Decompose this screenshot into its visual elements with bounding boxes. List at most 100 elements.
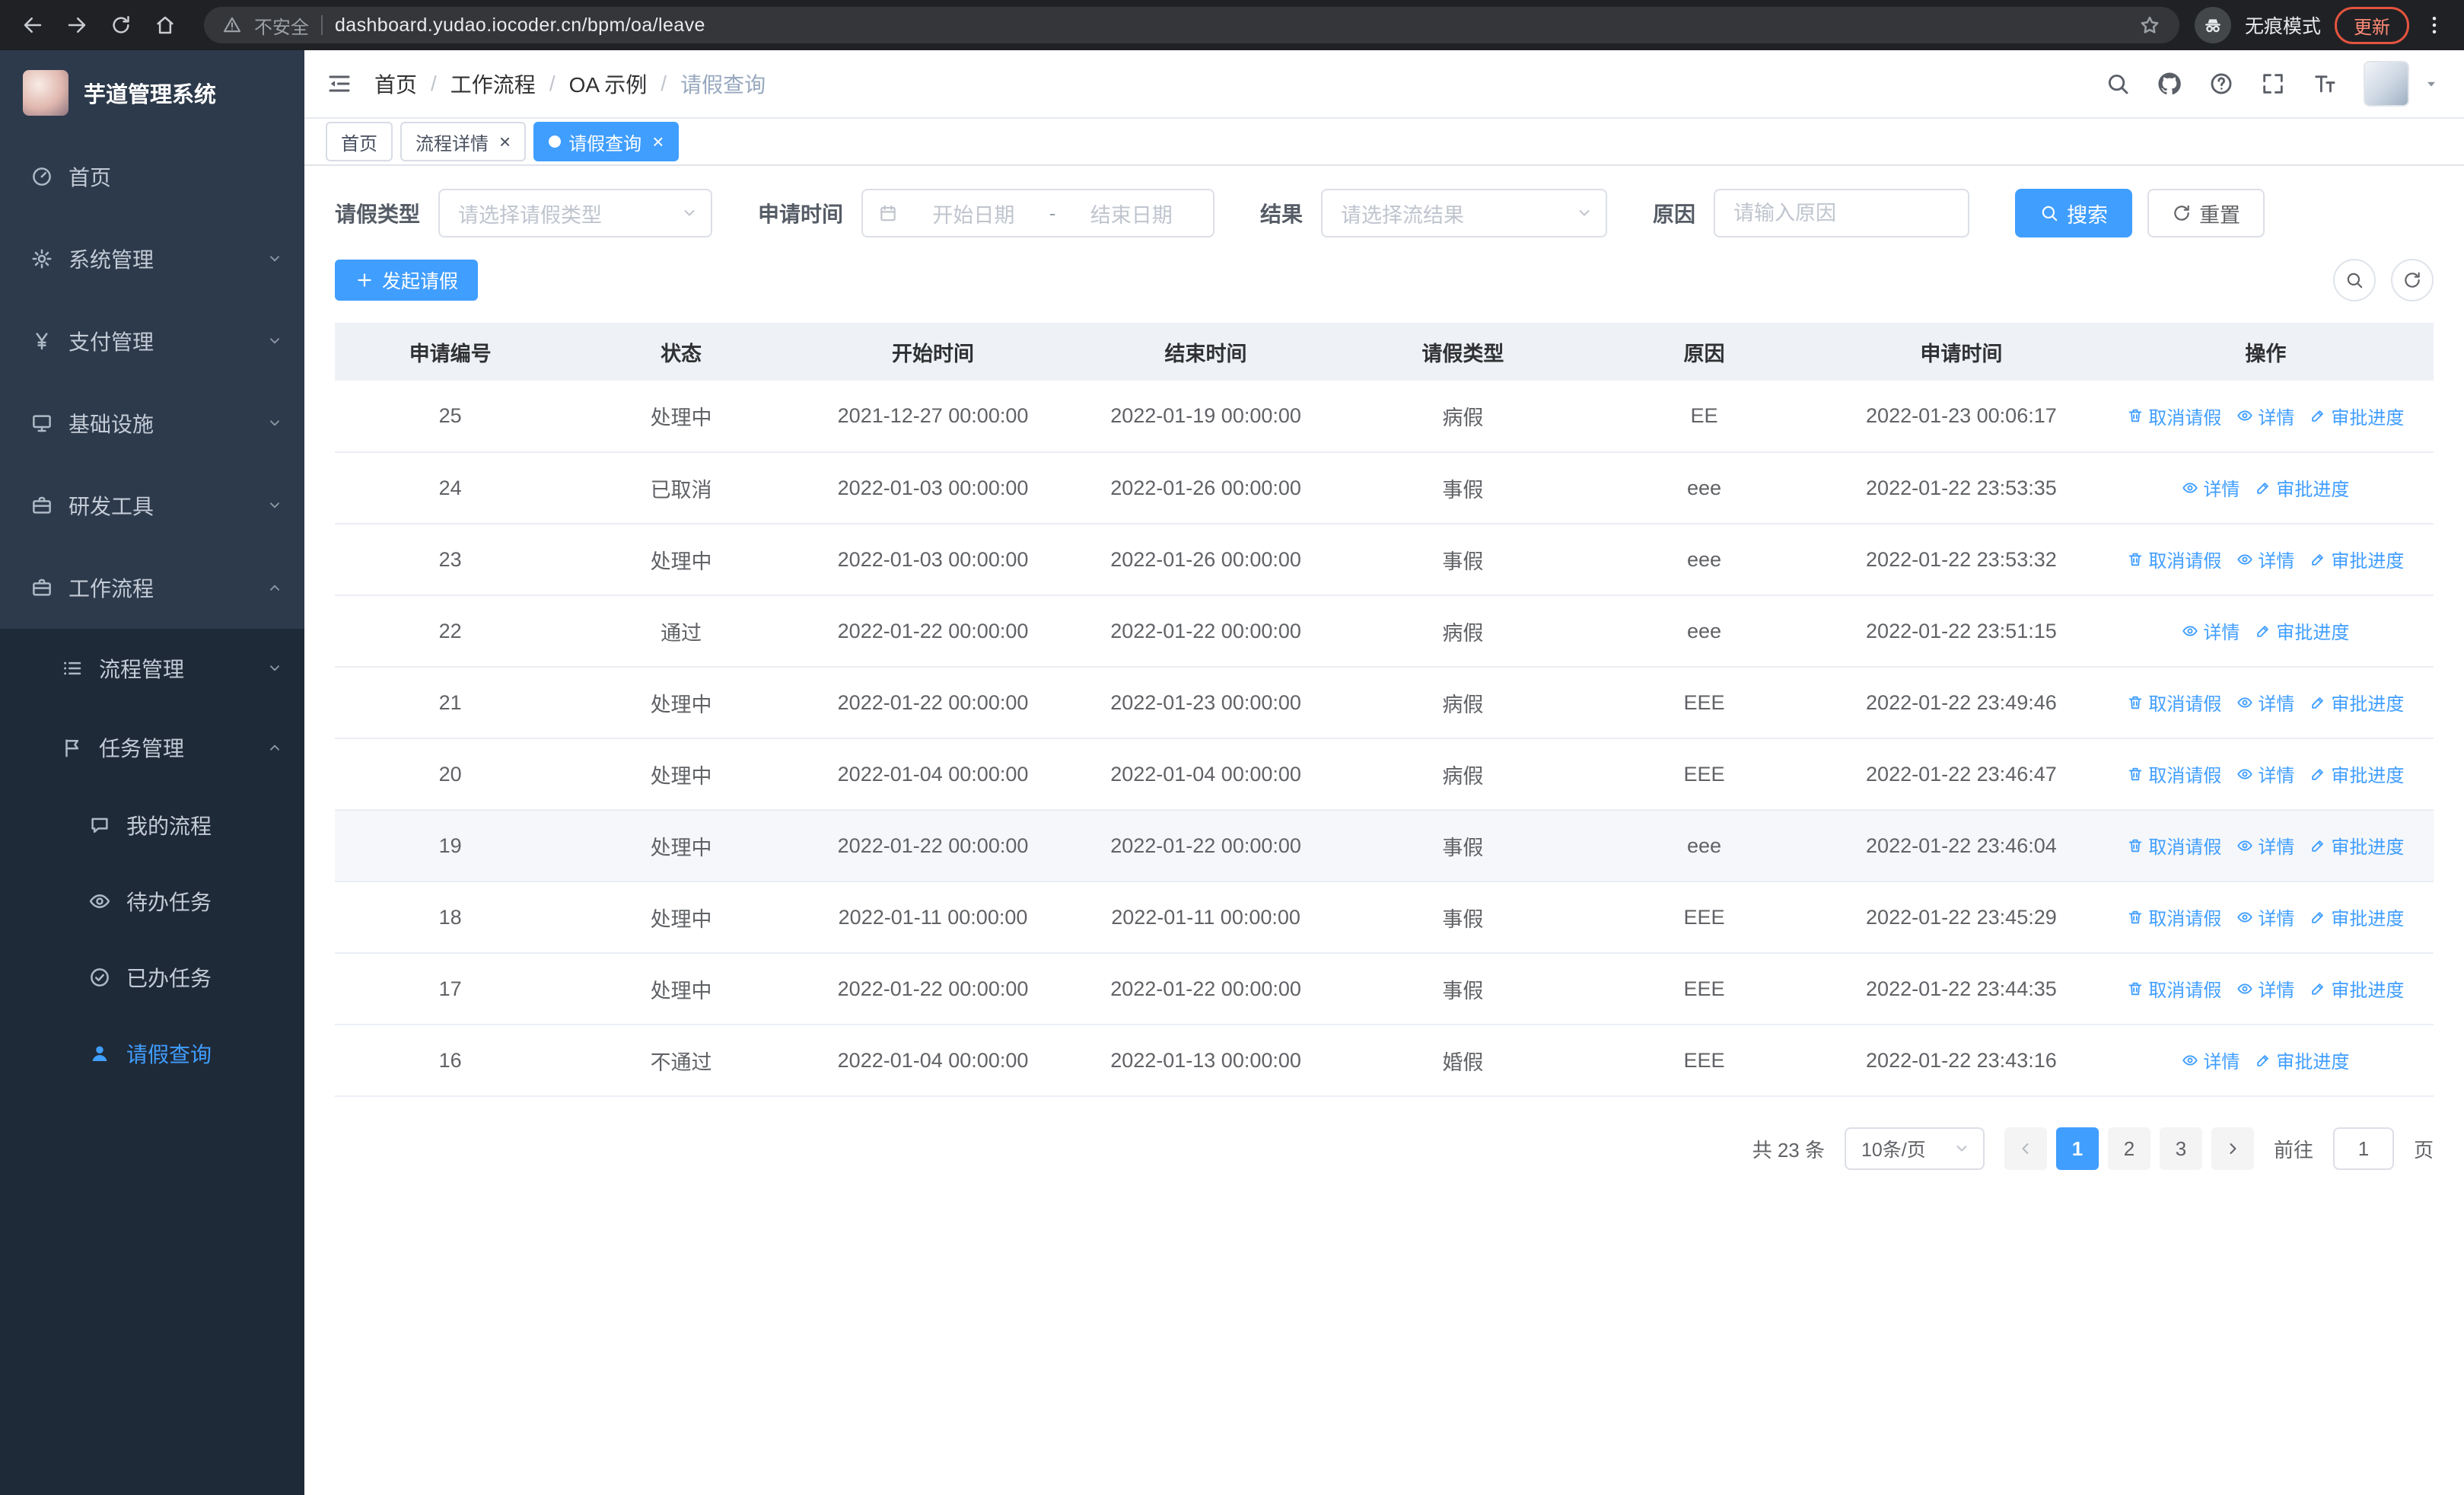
breadcrumb-workflow[interactable]: 工作流程 — [450, 69, 536, 99]
search-button[interactable]: 搜索 — [2015, 189, 2133, 237]
progress-link[interactable]: 审批进度 — [2255, 474, 2349, 501]
detail-link[interactable]: 详情 — [2182, 1047, 2240, 1073]
goto-page-input[interactable] — [2332, 1127, 2394, 1170]
progress-link[interactable]: 审批进度 — [2310, 403, 2404, 429]
next-page-button[interactable] — [2211, 1127, 2254, 1170]
fullscreen-icon[interactable] — [2260, 71, 2286, 97]
logo[interactable]: 芋道管理系统 — [0, 50, 304, 135]
eye-icon — [88, 890, 111, 913]
tab-leave-query[interactable]: 请假查询 × — [533, 122, 680, 161]
breadcrumb-home[interactable]: 首页 — [374, 69, 417, 99]
sidebar-item-system-mgmt[interactable]: 系统管理 — [0, 218, 304, 300]
detail-link[interactable]: 详情 — [2182, 617, 2240, 644]
progress-link[interactable]: 审批进度 — [2310, 760, 2404, 787]
trash-icon — [2127, 551, 2144, 568]
table-row: 25 处理中 2021-12-27 00:00:00 2022-01-19 00:00… — [335, 381, 2434, 453]
breadcrumb-oa-example[interactable]: OA 示例 — [569, 69, 648, 99]
detail-link[interactable]: 详情 — [2236, 403, 2294, 429]
caret-down-icon[interactable] — [2423, 75, 2440, 92]
result-select[interactable]: 请选择流结果 — [1321, 189, 1608, 237]
cancel-leave-link[interactable]: 取消请假 — [2127, 832, 2221, 859]
bookmark-star-icon[interactable] — [2138, 14, 2161, 37]
progress-link[interactable]: 审批进度 — [2310, 904, 2404, 930]
gear-icon — [30, 247, 53, 270]
close-tab-icon[interactable]: × — [652, 132, 664, 151]
sidebar-item-label: 已办任务 — [126, 967, 212, 990]
reset-button[interactable]: 重置 — [2147, 189, 2265, 237]
sidebar-item-todo-tasks[interactable]: 待办任务 — [0, 863, 304, 939]
reload-icon[interactable] — [110, 14, 132, 37]
refresh-table-button[interactable] — [2391, 259, 2434, 301]
sidebar-item-done-tasks[interactable]: 已办任务 — [0, 939, 304, 1015]
cell-id: 18 — [335, 881, 566, 954]
progress-link[interactable]: 审批进度 — [2310, 975, 2404, 1002]
search-icon[interactable] — [2105, 71, 2131, 97]
cancel-leave-link[interactable]: 取消请假 — [2127, 689, 2221, 716]
sidebar-item-task-mgmt[interactable]: 任务管理 — [0, 708, 304, 787]
back-icon[interactable] — [21, 14, 44, 37]
collapse-sidebar-icon[interactable] — [304, 70, 374, 97]
sidebar-item-label: 首页 — [68, 166, 112, 190]
cancel-leave-link[interactable]: 取消请假 — [2127, 403, 2221, 429]
cancel-leave-link[interactable]: 取消请假 — [2127, 546, 2221, 572]
font-size-icon[interactable] — [2312, 71, 2338, 97]
progress-link[interactable]: 审批进度 — [2255, 1047, 2349, 1073]
menu-dots-icon[interactable] — [2423, 14, 2446, 37]
prev-page-button[interactable] — [2004, 1127, 2047, 1170]
detail-link[interactable]: 详情 — [2236, 975, 2294, 1002]
create-leave-button[interactable]: 发起请假 — [335, 260, 479, 301]
detail-link[interactable]: 详情 — [2236, 832, 2294, 859]
magnifier-icon — [2039, 203, 2059, 223]
tab-home[interactable]: 首页 — [326, 122, 393, 161]
address-bar[interactable]: 不安全 dashboard.yudao.iocoder.cn/bpm/oa/le… — [204, 7, 2179, 43]
sidebar-item-dev-tools[interactable]: 研发工具 — [0, 464, 304, 547]
leave-type-select[interactable]: 请选择请假类型 — [438, 189, 713, 237]
github-icon[interactable] — [2157, 71, 2182, 97]
cell-ops: 取消请假 详情 审批进度 — [2097, 953, 2434, 1025]
apply-time-range-picker[interactable]: 开始日期 - 结束日期 — [861, 189, 1215, 237]
reason-input[interactable] — [1714, 189, 1970, 237]
sidebar-item-infrastructure[interactable]: 基础设施 — [0, 382, 304, 464]
help-icon[interactable] — [2208, 71, 2234, 97]
page-button-2[interactable]: 2 — [2107, 1127, 2150, 1170]
tab-process-detail[interactable]: 流程详情 × — [400, 122, 527, 161]
page-size-select[interactable]: 10条/页 — [1844, 1127, 1985, 1170]
home-icon[interactable] — [154, 14, 177, 37]
progress-link[interactable]: 审批进度 — [2310, 832, 2404, 859]
plus-icon — [355, 270, 374, 290]
user-avatar[interactable] — [2364, 61, 2409, 107]
detail-link[interactable]: 详情 — [2182, 474, 2240, 501]
cell-type: 病假 — [1342, 595, 1584, 668]
detail-link[interactable]: 详情 — [2236, 546, 2294, 572]
sidebar-item-my-process[interactable]: 我的流程 — [0, 787, 304, 863]
forward-icon[interactable] — [65, 14, 88, 37]
close-tab-icon[interactable]: × — [499, 132, 511, 151]
cell-end: 2022-01-26 00:00:00 — [1069, 452, 1342, 524]
toggle-search-button[interactable] — [2333, 259, 2376, 301]
sidebar-item-payment-mgmt[interactable]: 支付管理 — [0, 300, 304, 382]
url-text[interactable]: dashboard.yudao.iocoder.cn/bpm/oa/leave — [335, 14, 2126, 37]
sidebar-item-home[interactable]: 首页 — [0, 135, 304, 218]
cancel-leave-link[interactable]: 取消请假 — [2127, 904, 2221, 930]
detail-link[interactable]: 详情 — [2236, 689, 2294, 716]
task-icon — [61, 736, 84, 759]
table-row: 18 处理中 2022-01-11 00:00:00 2022-01-11 00:00… — [335, 881, 2434, 954]
cancel-leave-link[interactable]: 取消请假 — [2127, 760, 2221, 787]
incognito-label: 无痕模式 — [2244, 16, 2321, 37]
sidebar-item-leave-query[interactable]: 请假查询 — [0, 1015, 304, 1092]
sidebar-item-workflow[interactable]: 工作流程 — [0, 547, 304, 629]
cell-end: 2022-01-04 00:00:00 — [1069, 738, 1342, 811]
page-button-3[interactable]: 3 — [2159, 1127, 2202, 1170]
cancel-leave-link[interactable]: 取消请假 — [2127, 975, 2221, 1002]
page-unit-label: 页 — [2413, 1138, 2434, 1162]
table-row: 16 不通过 2022-01-04 00:00:00 2022-01-13 00:00… — [335, 1025, 2434, 1097]
progress-link[interactable]: 审批进度 — [2255, 617, 2349, 644]
sidebar-item-process-mgmt[interactable]: 流程管理 — [0, 629, 304, 708]
progress-link[interactable]: 审批进度 — [2310, 689, 2404, 716]
detail-link[interactable]: 详情 — [2236, 760, 2294, 787]
progress-link[interactable]: 审批进度 — [2310, 546, 2404, 572]
update-button[interactable]: 更新 — [2335, 6, 2409, 44]
browser-right-controls: 无痕模式 更新 — [2194, 6, 2449, 44]
page-button-1[interactable]: 1 — [2055, 1127, 2099, 1170]
detail-link[interactable]: 详情 — [2236, 904, 2294, 930]
